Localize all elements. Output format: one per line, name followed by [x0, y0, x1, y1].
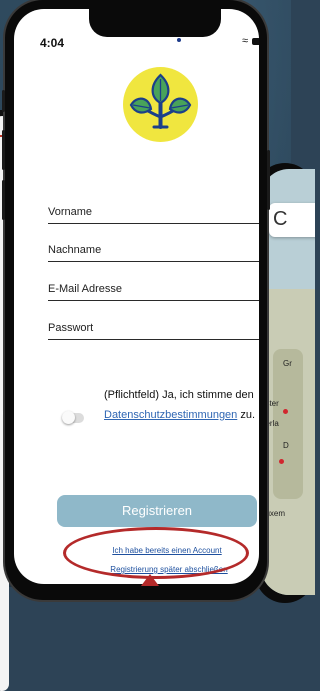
email-field[interactable]: E-Mail Adresse: [48, 278, 259, 301]
last-name-placeholder: Nachname: [48, 244, 102, 256]
consent-text: (Pflichtfeld) Ja, ich stimme den Datensc…: [104, 385, 259, 425]
password-field[interactable]: Passwort: [48, 317, 259, 340]
password-placeholder: Passwort: [48, 322, 94, 334]
main-phone: 4:04 ≈ Vorname Nachname E-Mail Adresse P…: [2, 0, 270, 600]
volume-down-button: [2, 180, 5, 220]
status-icons: ≈: [242, 35, 259, 47]
power-button: [267, 150, 270, 210]
toggle-knob[interactable]: [62, 411, 75, 424]
map-label: Gr: [283, 359, 292, 368]
app-screen: 4:04 ≈ Vorname Nachname E-Mail Adresse P…: [14, 9, 259, 584]
privacy-policy-link[interactable]: Datenschutzbestimmungen: [104, 409, 237, 421]
last-name-field[interactable]: Nachname: [48, 239, 259, 262]
email-placeholder: E-Mail Adresse: [48, 283, 122, 295]
first-name-field[interactable]: Vorname: [48, 201, 259, 224]
consent-text-prefix: (Pflichtfeld) Ja, ich stimme den: [104, 389, 254, 401]
map-search-glyph: C: [273, 208, 288, 230]
map-search-box[interactable]: C: [269, 203, 315, 237]
wifi-icon: ≈: [242, 35, 249, 47]
mute-switch: [2, 90, 5, 112]
map-screen[interactable]: C Gr nster derla D Luxem: [261, 169, 315, 595]
highlight-arrow: [141, 574, 159, 586]
register-button[interactable]: Registrieren: [57, 495, 257, 527]
app-logo: [123, 67, 198, 142]
map-pin[interactable]: [279, 459, 284, 464]
map-label: D: [283, 441, 289, 450]
camera-dot: [177, 38, 181, 42]
highlight-ellipse: [63, 527, 249, 579]
volume-up-button: [2, 130, 5, 170]
first-name-placeholder: Vorname: [48, 206, 93, 218]
map-pin[interactable]: [283, 409, 288, 414]
plant-icon: [129, 73, 192, 129]
consent-toggle[interactable]: [62, 411, 84, 424]
consent-text-suffix: zu.: [237, 409, 256, 421]
notch: [89, 9, 221, 37]
battery-icon: [252, 37, 259, 45]
status-time: 4:04: [40, 36, 65, 50]
